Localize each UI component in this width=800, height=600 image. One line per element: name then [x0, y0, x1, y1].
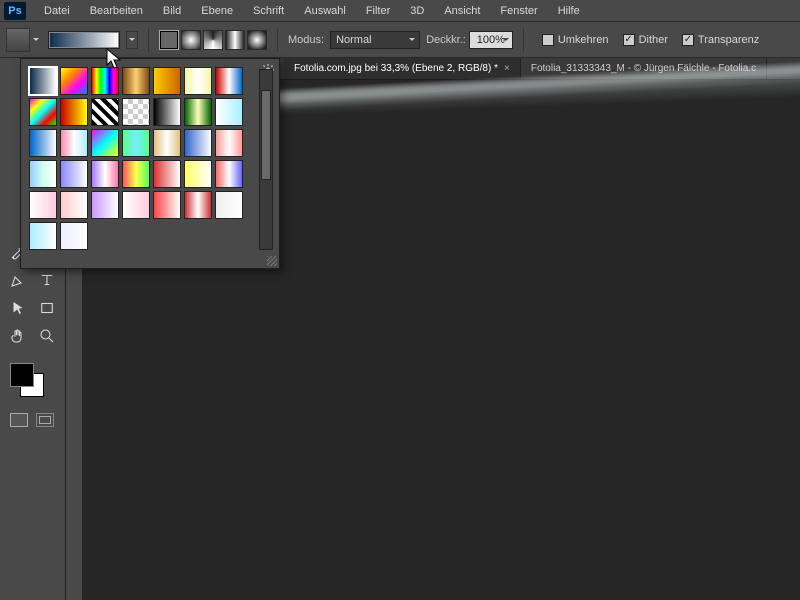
gradient-swatch[interactable] — [29, 67, 57, 95]
gradient-swatch[interactable] — [184, 67, 212, 95]
rectangle-tool[interactable] — [34, 295, 62, 321]
gradient-swatch[interactable] — [153, 98, 181, 126]
options-bar: Modus: Normal Deckkr.: 100% Umkehren ✓ D… — [0, 22, 800, 58]
gradient-type-linear[interactable] — [159, 30, 179, 50]
menu-layer[interactable]: Ebene — [191, 2, 243, 20]
menu-filter[interactable]: Filter — [356, 2, 400, 20]
dither-label: Dither — [639, 34, 668, 46]
gradient-swatch[interactable] — [122, 67, 150, 95]
gradient-swatch[interactable] — [29, 160, 57, 188]
menu-type[interactable]: Schrift — [243, 2, 294, 20]
transparency-label: Transparenz — [698, 34, 759, 46]
dither-checkbox[interactable]: ✓ Dither — [623, 34, 668, 46]
gradient-swatch[interactable] — [122, 98, 150, 126]
gradient-type-reflected[interactable] — [225, 30, 245, 50]
gradient-type-group — [159, 30, 267, 50]
reverse-checkbox[interactable]: Umkehren — [542, 34, 609, 46]
gradient-swatch[interactable] — [122, 191, 150, 219]
gradient-swatch[interactable] — [215, 160, 243, 188]
resize-handle[interactable] — [267, 256, 277, 266]
close-icon[interactable]: × — [504, 63, 510, 74]
blend-mode-select[interactable]: Normal — [330, 31, 420, 49]
mode-label: Modus: — [288, 34, 324, 46]
gradient-swatch[interactable] — [91, 191, 119, 219]
gradient-swatch[interactable] — [184, 160, 212, 188]
separator — [523, 28, 524, 52]
gradient-swatch[interactable] — [153, 129, 181, 157]
menu-view[interactable]: Ansicht — [434, 2, 490, 20]
gradient-swatch[interactable] — [91, 98, 119, 126]
path-select-tool[interactable] — [4, 295, 32, 321]
gradient-swatch[interactable] — [215, 129, 243, 157]
document-tab-label: Fotolia.com.jpg bei 33,3% (Ebene 2, RGB/… — [294, 63, 498, 74]
gradient-swatch[interactable] — [29, 129, 57, 157]
gradient-swatch[interactable] — [60, 98, 88, 126]
gradient-picker-popup — [20, 58, 280, 269]
menu-image[interactable]: Bild — [153, 2, 191, 20]
checkbox-box: ✓ — [623, 34, 635, 46]
pen-tool[interactable] — [4, 267, 32, 293]
menu-select[interactable]: Auswahl — [294, 2, 356, 20]
gradient-swatch[interactable] — [60, 222, 88, 250]
gradient-preview[interactable] — [48, 31, 120, 49]
gradient-swatch[interactable] — [60, 67, 88, 95]
gradient-swatch[interactable] — [60, 129, 88, 157]
type-tool[interactable] — [34, 267, 62, 293]
gradient-swatch[interactable] — [91, 160, 119, 188]
gradient-type-angle[interactable] — [203, 30, 223, 50]
checkbox-box: ✓ — [682, 34, 694, 46]
color-swatches[interactable] — [4, 361, 61, 405]
gradient-swatch[interactable] — [60, 191, 88, 219]
separator — [277, 28, 278, 52]
gradient-swatch[interactable] — [29, 222, 57, 250]
blend-mode-value: Normal — [336, 34, 371, 46]
gradient-swatch[interactable] — [29, 191, 57, 219]
gradient-type-diamond[interactable] — [247, 30, 267, 50]
opacity-value-text: 100% — [477, 34, 505, 46]
menu-3d[interactable]: 3D — [400, 2, 434, 20]
document-tab[interactable]: Fotolia.com.jpg bei 33,3% (Ebene 2, RGB/… — [284, 58, 521, 79]
gradient-swatch[interactable] — [91, 129, 119, 157]
gradient-swatch[interactable] — [153, 160, 181, 188]
app-logo: Ps — [4, 2, 26, 20]
gradient-swatch[interactable] — [184, 98, 212, 126]
foreground-color-swatch[interactable] — [10, 363, 34, 387]
gradient-swatch[interactable] — [91, 67, 119, 95]
reverse-label: Umkehren — [558, 34, 609, 46]
gradient-swatch[interactable] — [153, 191, 181, 219]
screen-mode-toggle[interactable] — [36, 413, 54, 427]
gradient-swatch[interactable] — [215, 191, 243, 219]
menu-help[interactable]: Hilfe — [548, 2, 590, 20]
opacity-label: Deckkr.: — [426, 34, 466, 46]
checkbox-box — [542, 34, 554, 46]
scrollbar[interactable] — [259, 69, 273, 250]
opacity-input[interactable]: 100% — [469, 31, 513, 49]
tool-preset-picker[interactable] — [6, 28, 30, 52]
gradient-swatch[interactable] — [122, 160, 150, 188]
gradient-swatch[interactable] — [215, 98, 243, 126]
quick-mask-toggle[interactable] — [10, 413, 28, 427]
separator — [148, 28, 149, 52]
gradient-picker-dropdown[interactable] — [126, 31, 138, 49]
menu-edit[interactable]: Bearbeiten — [80, 2, 153, 20]
zoom-tool[interactable] — [34, 323, 62, 349]
menu-window[interactable]: Fenster — [490, 2, 547, 20]
gradient-swatch[interactable] — [122, 129, 150, 157]
gradient-swatch[interactable] — [184, 191, 212, 219]
gradient-swatch[interactable] — [184, 129, 212, 157]
menu-bar: Ps Datei Bearbeiten Bild Ebene Schrift A… — [0, 0, 800, 22]
gradient-type-radial[interactable] — [181, 30, 201, 50]
gradient-swatch[interactable] — [29, 98, 57, 126]
gradient-swatch[interactable] — [215, 67, 243, 95]
scrollbar-thumb[interactable] — [261, 90, 271, 180]
gradient-swatch[interactable] — [60, 160, 88, 188]
gradient-swatch[interactable] — [153, 67, 181, 95]
hand-tool[interactable] — [4, 323, 32, 349]
menu-file[interactable]: Datei — [34, 2, 80, 20]
transparency-checkbox[interactable]: ✓ Transparenz — [682, 34, 759, 46]
gradient-swatch-grid — [29, 67, 253, 250]
